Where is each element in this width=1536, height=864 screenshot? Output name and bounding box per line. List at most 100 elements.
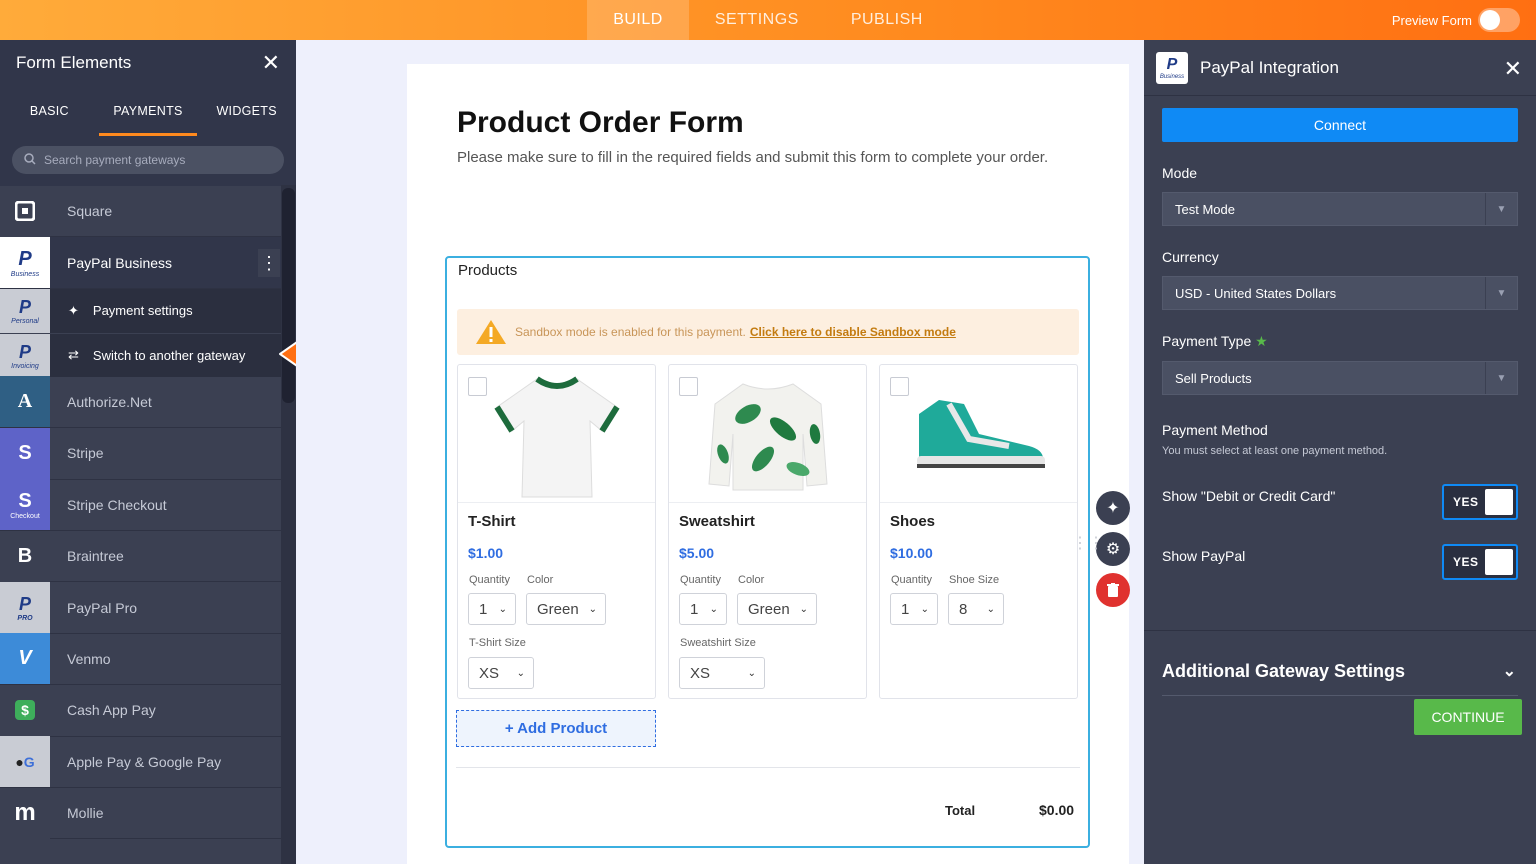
tab-basic[interactable]: BASIC: [0, 86, 99, 136]
connect-button[interactable]: Connect: [1162, 108, 1518, 142]
products-field[interactable]: Products Sandbox mode is enabled for thi…: [445, 256, 1090, 848]
preview-form-label: Preview Form: [1391, 12, 1472, 28]
chevron-down-icon: ⌄: [498, 603, 507, 615]
switch-gateway-item[interactable]: P Invoicing ⇄ Switch to another gateway: [0, 332, 281, 378]
tab-widgets[interactable]: WIDGETS: [197, 86, 296, 136]
preview-form-toggle[interactable]: [1478, 8, 1520, 32]
trash-icon[interactable]: [1096, 573, 1130, 607]
product-checkbox[interactable]: [468, 377, 487, 396]
stripe-icon: S: [0, 427, 50, 479]
gateway-mollie[interactable]: m Mollie: [0, 787, 281, 840]
show-paypal-toggle[interactable]: YES: [1442, 544, 1518, 580]
show-card-toggle[interactable]: YES: [1442, 484, 1518, 520]
gateway-stripe[interactable]: S Stripe: [0, 427, 281, 480]
gateway-square[interactable]: Square: [0, 185, 281, 238]
payment-type-select[interactable]: Sell Products ▼: [1162, 361, 1518, 395]
paypal-integration-panel: P Business PayPal Integration ✕ Connect M…: [1144, 40, 1536, 864]
paypal-business-sub: Business: [10, 270, 40, 278]
product-card-sweatshirt[interactable]: Sweatshirt $5.00 Quantity Color 1 ⌄ Green…: [668, 364, 867, 699]
gateway-label: Braintree: [67, 548, 124, 565]
element-tabs: BASIC PAYMENTS WIDGETS: [0, 86, 296, 136]
product-price: $10.00: [890, 545, 933, 561]
payment-type-label: Payment Type ★: [1162, 333, 1268, 349]
currency-select[interactable]: USD - United States Dollars ▼: [1162, 276, 1518, 310]
gateway-label: PayPal Business: [67, 254, 173, 271]
mode-select[interactable]: Test Mode ▼: [1162, 192, 1518, 226]
close-icon[interactable]: ✕: [262, 50, 280, 76]
form-elements-header: Form Elements ✕: [0, 40, 296, 86]
product-price: $1.00: [468, 545, 504, 561]
gateway-braintree[interactable]: B Braintree: [0, 530, 281, 583]
drag-handle-icon[interactable]: ⋮⋮: [1072, 536, 1104, 552]
chevron-down-icon: ▼: [1485, 277, 1517, 309]
gateway-authorize-net[interactable]: A Authorize.Net: [0, 376, 281, 429]
scrollbar[interactable]: [281, 185, 296, 864]
gateway-label: Apple Pay & Google Pay: [67, 753, 222, 770]
shoe-size-select[interactable]: 8 ⌄: [948, 593, 1004, 625]
show-card-label: Show "Debit or Credit Card": [1162, 488, 1336, 504]
search-input[interactable]: Search payment gateways: [12, 146, 284, 174]
close-icon[interactable]: ✕: [1504, 56, 1522, 82]
integration-title: PayPal Integration: [1200, 57, 1339, 77]
form-description[interactable]: Please make sure to fill in the required…: [457, 146, 1087, 170]
gateway-stripe-checkout[interactable]: S Checkout Stripe Checkout: [0, 479, 281, 531]
gateway-venmo[interactable]: V Venmo: [0, 633, 281, 686]
chevron-down-icon: ⌄: [799, 603, 808, 615]
gateway-paypal-pro[interactable]: P PRO PayPal Pro: [0, 582, 281, 634]
preview-form: Preview Form: [1392, 8, 1520, 32]
product-name: Shoes: [890, 513, 936, 530]
chevron-down-icon[interactable]: ⌄: [1503, 661, 1516, 681]
color-label: Color: [738, 574, 765, 586]
braintree-icon: B: [0, 530, 50, 582]
quantity-select[interactable]: 1 ⌄: [679, 593, 727, 625]
product-card-shoes[interactable]: Shoes $10.00 Quantity Shoe Size 1 ⌄ 8 ⌄: [879, 364, 1078, 699]
gateway-apple-google-pay[interactable]: ● G Apple Pay & Google Pay: [0, 736, 281, 788]
product-checkbox[interactable]: [890, 377, 909, 396]
magic-wand-icon: ✦: [68, 302, 79, 318]
panel-title: Form Elements: [16, 53, 132, 72]
payment-settings-item[interactable]: P Personal ✦ Payment settings: [0, 288, 281, 333]
product-checkbox[interactable]: [679, 377, 698, 396]
color-select[interactable]: Green ⌄: [526, 593, 606, 625]
venmo-icon: V: [0, 633, 50, 685]
mollie-icon: m: [0, 787, 50, 839]
size-select[interactable]: XS ⌄: [679, 657, 765, 689]
chevron-down-icon: ⌄: [920, 603, 929, 615]
tab-payments[interactable]: PAYMENTS: [98, 86, 198, 136]
paypal-personal-icon: P Personal: [0, 288, 50, 333]
search-placeholder: Search payment gateways: [44, 153, 186, 167]
sweatshirt-image: [669, 365, 866, 503]
product-card-tshirt[interactable]: T-Shirt $1.00 Quantity Color 1 ⌄ Green ⌄ T…: [457, 364, 656, 699]
tab-build[interactable]: BUILD: [587, 0, 689, 40]
more-options-icon[interactable]: ⋮: [258, 249, 280, 278]
additional-settings-title: Additional Gateway Settings: [1162, 661, 1406, 681]
paypal-business-icon: P Business: [0, 237, 50, 289]
quantity-select[interactable]: 1 ⌄: [890, 593, 938, 625]
tab-publish[interactable]: PUBLISH: [825, 0, 949, 40]
chevron-down-icon: ⌄: [588, 603, 597, 615]
paypal-business-icon: P Business: [1156, 51, 1188, 84]
quantity-select[interactable]: 1 ⌄: [468, 593, 516, 625]
gateway-cash-app[interactable]: $ Cash App Pay: [0, 684, 281, 737]
wand-icon[interactable]: ✦: [1096, 491, 1130, 525]
form-card: Product Order Form Please make sure to f…: [407, 64, 1129, 864]
chevron-down-icon: ⌄: [986, 603, 995, 615]
paypal-pro-icon: P PRO: [0, 582, 50, 634]
form-title[interactable]: Product Order Form: [457, 106, 744, 140]
gateway-label: PayPal Pro: [67, 599, 138, 616]
additional-settings-section[interactable]: Additional Gateway Settings ⌄: [1144, 630, 1536, 696]
disable-sandbox-link[interactable]: Click here to disable Sandbox mode: [750, 325, 956, 339]
chevron-down-icon: ⌄: [709, 603, 718, 615]
color-select[interactable]: Green ⌄: [737, 593, 817, 625]
size-label: T-Shirt Size: [469, 637, 526, 649]
gateway-label: Stripe: [67, 445, 104, 462]
gateway-paypal-business[interactable]: P Business PayPal Business ⋮: [0, 237, 281, 289]
product-price: $5.00: [679, 545, 715, 561]
size-select[interactable]: XS ⌄: [468, 657, 534, 689]
tab-settings[interactable]: SETTINGS: [689, 0, 825, 40]
switch-icon: ⇄: [68, 347, 79, 363]
search-icon: [24, 152, 36, 168]
tshirt-image: [458, 365, 655, 503]
continue-button[interactable]: CONTINUE: [1414, 699, 1522, 735]
add-product-button[interactable]: + Add Product: [456, 710, 656, 747]
